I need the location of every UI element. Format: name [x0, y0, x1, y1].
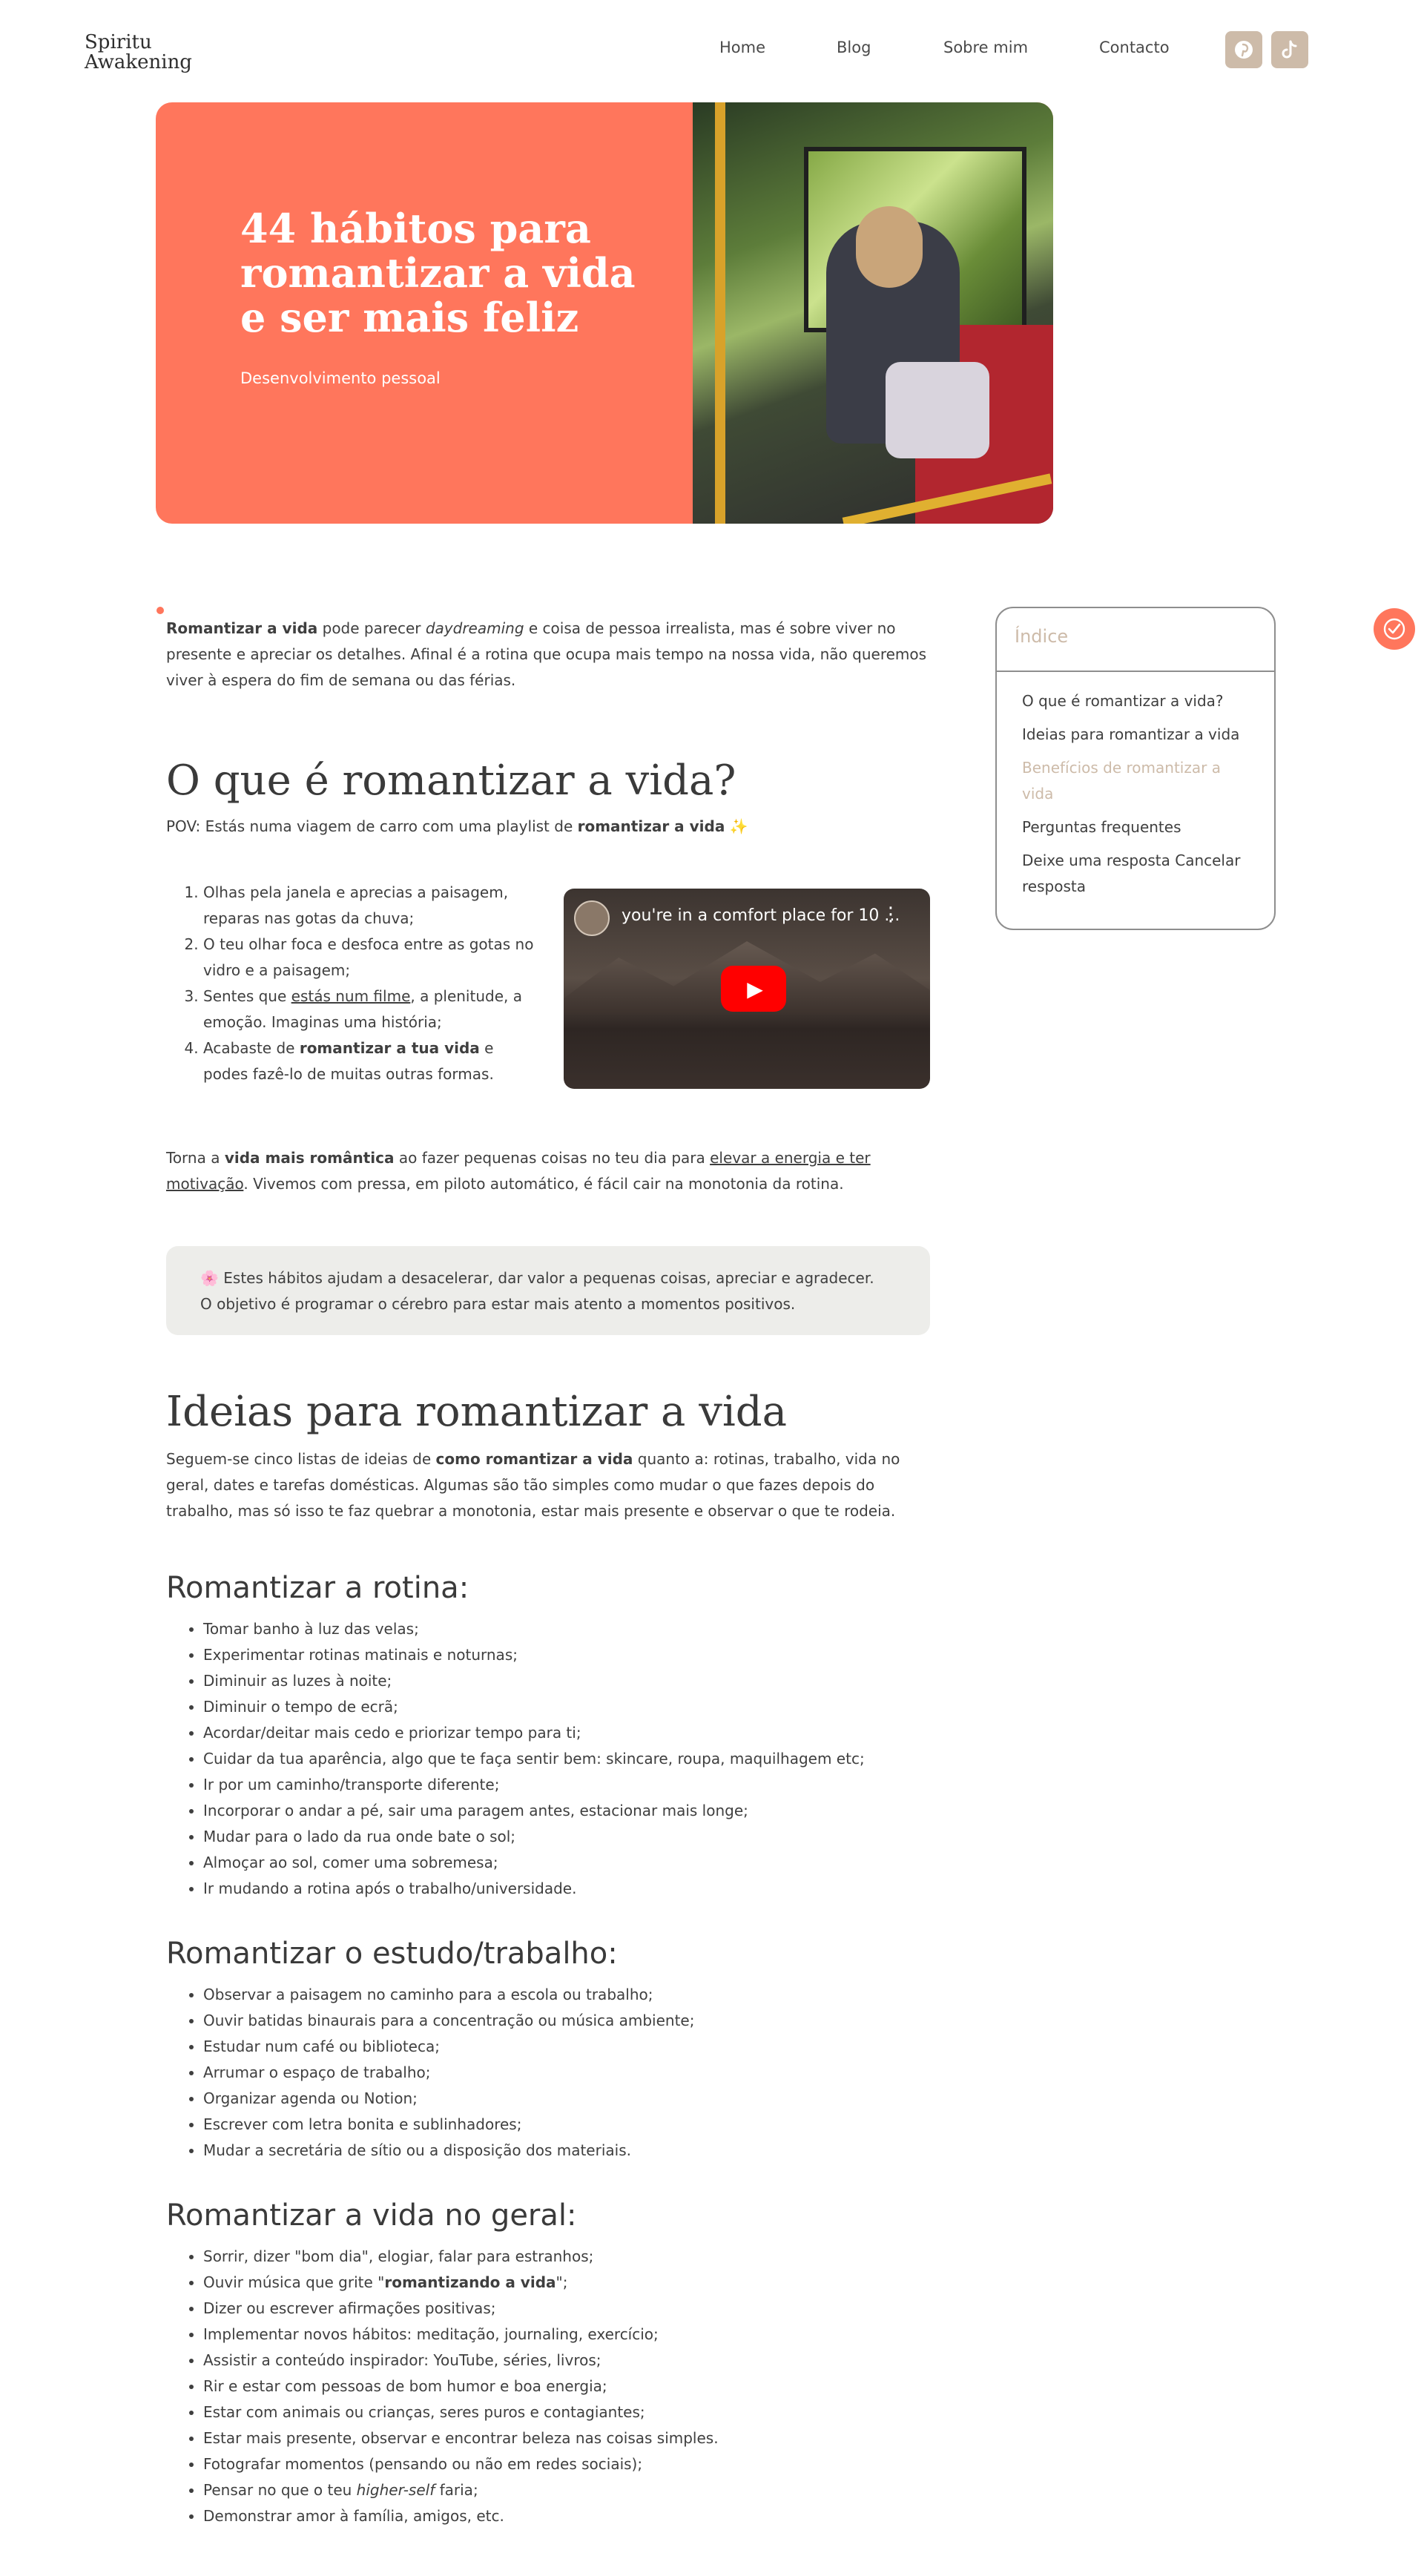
- list-item: Rir e estar com pessoas de bom humor e b…: [203, 2374, 930, 2399]
- post-category[interactable]: Desenvolvimento pessoal: [240, 369, 441, 387]
- subsection-title: Romantizar a rotina:: [166, 1571, 469, 1605]
- list-item: Diminuir as luzes à noite;: [203, 1668, 930, 1694]
- toc-item[interactable]: Perguntas frequentes: [1022, 814, 1249, 840]
- subsection-title: Romantizar a vida no geral:: [166, 2198, 577, 2233]
- rotina-list: Tomar banho à luz das velas; Experimenta…: [166, 1616, 930, 1902]
- list-item: Diminuir o tempo de ecrã;: [203, 1694, 930, 1720]
- list-item: Cuidar da tua aparência, algo que te faç…: [203, 1746, 930, 1772]
- pinterest-icon: [1235, 41, 1253, 59]
- estudo-list: Observar a paisagem no caminho para a es…: [166, 1982, 930, 2164]
- list-item: Arrumar o espaço de trabalho;: [203, 2060, 930, 2086]
- nav-home[interactable]: Home: [719, 39, 808, 56]
- list-item: Estar com animais ou crianças, seres pur…: [203, 2399, 930, 2425]
- toc-item-active[interactable]: Benefícios de romantizar a vida: [1022, 755, 1249, 807]
- list-item: O teu olhar foca e desfoca entre as gota…: [203, 932, 537, 984]
- video-title[interactable]: you're in a comfort place for 10 ...: [622, 906, 900, 925]
- intro-paragraph: Romantizar a vida pode parecer daydreami…: [166, 619, 927, 689]
- list-item: Ir por um caminho/transporte diferente;: [203, 1772, 930, 1798]
- list-item: Demonstrar amor à família, amigos, etc.: [203, 2503, 930, 2529]
- ideas-paragraph: Seguem-se cinco listas de ideias de como…: [166, 1450, 900, 1520]
- energy-paragraph: Torna a vida mais romântica ao fazer peq…: [166, 1149, 871, 1193]
- pov-paragraph: POV: Estás numa viagem de carro com uma …: [166, 817, 748, 835]
- subsection-title: Romantizar o estudo/trabalho:: [166, 1937, 618, 1971]
- tiktok-icon: [1282, 40, 1297, 59]
- list-item: Organizar agenda ou Notion;: [203, 2086, 930, 2112]
- ideas-section: Ideias para romantizar a vida Seguem-se …: [166, 1389, 930, 2529]
- accent-dot: [156, 607, 164, 614]
- list-item: Pensar no que o teu higher-self faria;: [203, 2477, 930, 2503]
- pov-list: Olhas pela janela e aprecias a paisagem,…: [166, 880, 537, 1087]
- list-item: Sorrir, dizer "bom dia", elogiar, falar …: [203, 2244, 930, 2270]
- nav-sobre-mim[interactable]: Sobre mim: [943, 39, 1062, 56]
- list-item: Estudar num café ou biblioteca;: [203, 2034, 930, 2060]
- list-item: Incorporar o andar a pé, sair uma parage…: [203, 1798, 930, 1824]
- list-item: Ouvir batidas binaurais para a concentra…: [203, 2008, 930, 2034]
- check-badge-icon: [1383, 618, 1405, 640]
- callout-line2: O objetivo é programar o cérebro para es…: [200, 1295, 796, 1313]
- play-icon: ▶: [747, 976, 763, 1001]
- list-item: Mudar para o lado da rua onde bate o sol…: [203, 1824, 930, 1850]
- callout-box: 🌸 Estes hábitos ajudam a desacelerar, da…: [166, 1246, 930, 1335]
- list-item: Acabaste de romantizar a tua vida e pode…: [203, 1035, 537, 1087]
- link-filme[interactable]: estás num filme: [291, 987, 411, 1005]
- geral-list: Sorrir, dizer "bom dia", elogiar, falar …: [166, 2244, 930, 2529]
- tiktok-button[interactable]: [1271, 31, 1308, 68]
- toc-item[interactable]: Deixe uma resposta Cancelar resposta: [1022, 848, 1249, 900]
- list-item: Fotografar momentos (pensando ou não em …: [203, 2451, 930, 2477]
- nav-contacto[interactable]: Contacto: [1099, 39, 1218, 56]
- list-item: Dizer ou escrever afirmações positivas;: [203, 2296, 930, 2322]
- logo-line2: Awakening: [85, 51, 192, 73]
- list-item: Ouvir música que grite "romantizando a v…: [203, 2270, 930, 2296]
- list-item: Ir mudando a rotina após o trabalho/univ…: [203, 1876, 930, 1902]
- list-item: Implementar novos hábitos: meditação, jo…: [203, 2322, 930, 2348]
- nav-blog[interactable]: Blog: [837, 39, 911, 56]
- section-title: O que é romantizar a vida?: [166, 757, 736, 805]
- channel-avatar[interactable]: [574, 900, 610, 936]
- list-item: Almoçar ao sol, comer uma sobremesa;: [203, 1850, 930, 1876]
- list-item: Experimentar rotinas matinais e noturnas…: [203, 1642, 930, 1668]
- list-item: Sentes que estás num filme, a plenitude,…: [203, 984, 537, 1035]
- table-of-contents: Índice O que é romantizar a vida? Ideias…: [995, 607, 1276, 930]
- list-item: Olhas pela janela e aprecias a paisagem,…: [203, 880, 537, 932]
- logo-line1: Spiritu: [85, 31, 152, 53]
- list-item: Estar mais presente, observar e encontra…: [203, 2425, 930, 2451]
- post-title: 44 hábitos para romantizar a vida e ser …: [240, 205, 636, 341]
- youtube-embed[interactable]: you're in a comfort place for 10 ... ⋮ ▶: [564, 889, 930, 1089]
- section-title: Ideias para romantizar a vida: [166, 1388, 788, 1436]
- woman-hair: [856, 206, 923, 288]
- site-header: Spiritu Awakening Home Blog Sobre mim Co…: [0, 0, 1424, 104]
- bus-pole: [715, 102, 725, 524]
- toc-item[interactable]: O que é romantizar a vida?: [1022, 688, 1249, 714]
- tote-bag: [886, 362, 989, 458]
- floating-action-button[interactable]: [1374, 608, 1415, 650]
- list-item: Acordar/deitar mais cedo e priorizar tem…: [203, 1720, 930, 1746]
- more-options-icon[interactable]: ⋮: [881, 903, 900, 926]
- site-logo[interactable]: Spiritu Awakening: [85, 33, 196, 73]
- list-item: Assistir a conteúdo inspirador: YouTube,…: [203, 2348, 930, 2374]
- hero-image: [693, 102, 1053, 524]
- list-item: Tomar banho à luz das velas;: [203, 1616, 930, 1642]
- callout-line1: 🌸 Estes hábitos ajudam a desacelerar, da…: [200, 1269, 874, 1287]
- list-item: Mudar a secretária de sítio ou a disposi…: [203, 2138, 930, 2164]
- list-item: Observar a paisagem no caminho para a es…: [203, 1982, 930, 2008]
- pinterest-button[interactable]: [1225, 31, 1262, 68]
- list-item: Escrever com letra bonita e sublinhadore…: [203, 2112, 930, 2138]
- play-button[interactable]: ▶: [721, 966, 786, 1012]
- toc-title[interactable]: Índice: [997, 608, 1274, 672]
- hero-banner: 44 hábitos para romantizar a vida e ser …: [156, 102, 1053, 524]
- toc-item[interactable]: Ideias para romantizar a vida: [1022, 722, 1249, 748]
